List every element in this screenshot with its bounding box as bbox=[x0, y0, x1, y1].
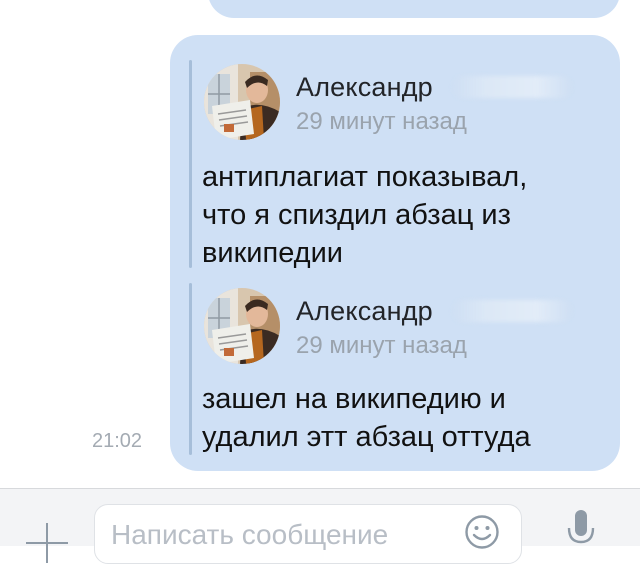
message-input-placeholder: Написать сообщение bbox=[111, 519, 389, 550]
author-name[interactable]: Александр bbox=[296, 72, 433, 103]
forward-quote-bar bbox=[189, 283, 192, 455]
redacted-surname bbox=[452, 300, 572, 322]
message-text: зашел на википедию и удалил этт абзац от… bbox=[202, 380, 602, 456]
forward-time: 29 минут назад bbox=[296, 108, 467, 135]
forward-time: 29 минут назад bbox=[296, 332, 467, 359]
message-text: антиплагиат показывал, что я спиздил абз… bbox=[202, 158, 602, 272]
message-line: что я спиздил абзац из bbox=[202, 199, 511, 231]
author-name[interactable]: Александр bbox=[296, 296, 433, 327]
message-input[interactable]: Написать сообщение bbox=[94, 504, 522, 564]
avatar-photo bbox=[204, 64, 280, 140]
message-line: википедии bbox=[202, 237, 344, 269]
previous-message-bubble[interactable] bbox=[208, 0, 620, 18]
redacted-surname bbox=[452, 76, 572, 98]
chat-area: Александр 29 минут назад антиплагиат пок… bbox=[0, 0, 640, 488]
message-timestamp: 21:02 bbox=[92, 430, 143, 452]
avatar[interactable] bbox=[204, 288, 280, 364]
avatar[interactable] bbox=[204, 64, 280, 140]
message-line: антиплагиат показывал, bbox=[202, 161, 528, 193]
mic-icon[interactable] bbox=[566, 510, 596, 550]
message-line: зашел на википедию и bbox=[202, 383, 506, 415]
message-line: удалил этт абзац оттуда bbox=[202, 421, 531, 453]
avatar-photo bbox=[204, 288, 280, 364]
plus-icon[interactable] bbox=[26, 523, 68, 563]
forward-quote-bar bbox=[189, 60, 192, 268]
